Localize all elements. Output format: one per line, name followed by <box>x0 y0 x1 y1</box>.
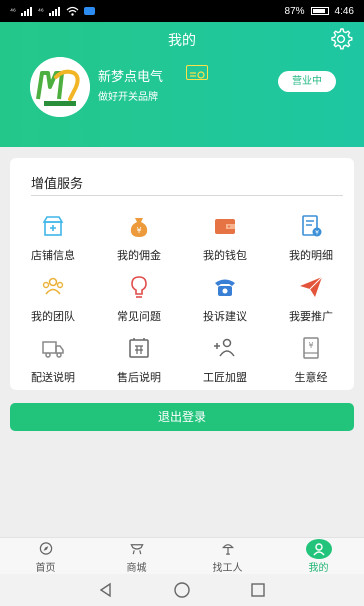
service-label: 我要推广 <box>289 310 333 323</box>
business-book-icon: ¥ <box>303 337 319 359</box>
services-grid: 店铺信息 ¥ 我的佣金 我的钱包 ¥ 我的明细 我的团队 常见问题 投诉建议 我 <box>10 208 354 391</box>
find-worker-icon <box>221 544 234 555</box>
services-title: 增值服务 <box>31 177 84 192</box>
service-label: 配送说明 <box>31 371 75 384</box>
clock: 4:46 <box>334 5 354 17</box>
status-bar: ⁴⁶ ⁴⁶ 87% 4:46 <box>0 0 364 22</box>
message-notification-icon <box>83 7 95 15</box>
lightbulb-icon <box>131 276 147 298</box>
delivery-truck-icon <box>42 341 64 358</box>
battery-percent: 87% <box>284 5 305 17</box>
service-delivery[interactable]: 配送说明 <box>10 330 96 391</box>
service-business-tips[interactable]: ¥ 生意经 <box>268 330 354 391</box>
page-title: 我的 <box>168 33 196 49</box>
value-added-services-card: 增值服务 店铺信息 ¥ 我的佣金 我的钱包 ¥ 我的明细 我的团队 常见问题 投… <box>10 158 354 390</box>
system-navigation-bar <box>0 574 364 606</box>
signal-label-1: ⁴⁶ <box>10 7 16 15</box>
service-store-info[interactable]: 店铺信息 <box>10 208 96 269</box>
store-icon <box>42 216 64 236</box>
home-circle-icon[interactable] <box>173 581 191 599</box>
tab-home[interactable]: 首页 <box>0 538 91 574</box>
back-icon[interactable] <box>97 581 115 599</box>
service-label: 工匠加盟 <box>203 371 247 384</box>
service-label: 投诉建议 <box>203 310 247 323</box>
tab-mall[interactable]: 商城 <box>91 538 182 574</box>
home-compass-icon <box>39 542 52 555</box>
service-complaint[interactable]: 投诉建议 <box>182 269 268 330</box>
service-after-sale[interactable]: 售后说明 <box>96 330 182 391</box>
business-license-icon[interactable] <box>186 65 208 80</box>
gear-icon[interactable] <box>328 26 354 52</box>
logout-button[interactable]: 退出登录 <box>10 403 354 431</box>
service-faq[interactable]: 常见问题 <box>96 269 182 330</box>
service-label: 常见问题 <box>117 310 161 323</box>
profile-icon <box>312 543 325 556</box>
service-promote[interactable]: 我要推广 <box>268 269 354 330</box>
recent-apps-icon[interactable] <box>249 581 267 599</box>
svg-text:¥: ¥ <box>315 230 319 237</box>
service-label: 我的佣金 <box>117 249 161 262</box>
money-bag-icon: ¥ <box>130 218 148 237</box>
service-details[interactable]: ¥ 我的明细 <box>268 208 354 269</box>
signal-icon-2 <box>48 6 61 16</box>
bottom-tab-bar: 首页 商城 找工人 我的 <box>0 537 364 574</box>
bill-detail-icon: ¥ <box>302 215 322 237</box>
service-label: 售后说明 <box>117 371 161 384</box>
tab-label: 首页 <box>35 563 56 574</box>
service-label: 我的团队 <box>31 310 75 323</box>
service-label: 我的钱包 <box>203 249 247 262</box>
divider <box>31 195 343 196</box>
team-icon <box>42 277 64 295</box>
signal-icon <box>20 6 33 16</box>
service-label: 店铺信息 <box>31 249 75 262</box>
store-logo[interactable] <box>30 57 90 117</box>
service-label: 生意经 <box>294 371 328 384</box>
wallet-icon <box>215 219 235 234</box>
tab-label: 我的 <box>308 563 329 574</box>
service-team[interactable]: 我的团队 <box>10 269 96 330</box>
wifi-icon <box>66 6 79 16</box>
service-label: 我的明细 <box>289 249 333 262</box>
signal-label-2: ⁴⁶ <box>37 7 44 15</box>
profile-icon-background <box>305 539 332 559</box>
after-sale-icon <box>129 338 149 358</box>
service-wallet[interactable]: 我的钱包 <box>182 208 268 269</box>
service-commission[interactable]: ¥ 我的佣金 <box>96 208 182 269</box>
svg-text:¥: ¥ <box>308 341 313 350</box>
tab-label: 商城 <box>126 563 147 574</box>
tab-label: 找工人 <box>212 563 243 574</box>
service-craftsman-join[interactable]: 工匠加盟 <box>182 330 268 391</box>
business-status-badge[interactable]: 营业中 <box>278 71 336 92</box>
svg-text:¥: ¥ <box>136 226 141 235</box>
phone-icon <box>215 279 235 296</box>
paper-plane-icon <box>300 276 323 297</box>
tab-mine[interactable]: 我的 <box>273 538 364 574</box>
worker-join-icon <box>214 338 235 357</box>
shop-slogan: 做好开关品牌 <box>98 92 158 103</box>
shop-name: 新梦点电气 <box>98 70 164 85</box>
battery-icon <box>310 7 329 15</box>
mall-icon <box>129 544 144 555</box>
logo-mark <box>30 57 90 117</box>
tab-find-worker[interactable]: 找工人 <box>182 538 273 574</box>
